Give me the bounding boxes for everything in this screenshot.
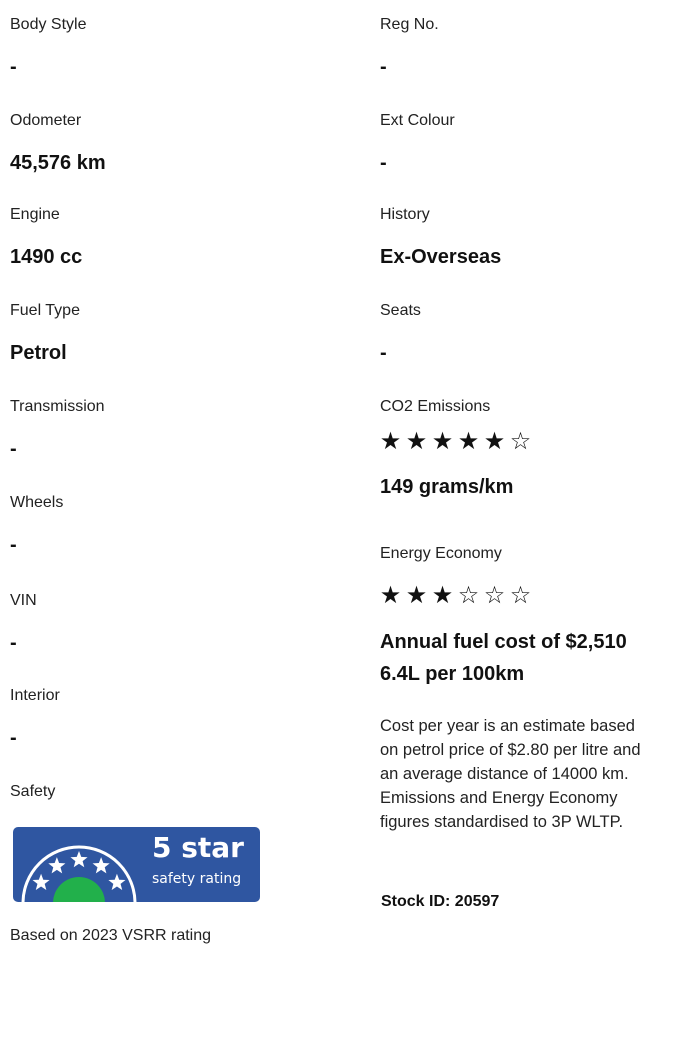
- stock-id: Stock ID: 20597: [381, 893, 500, 910]
- note-line: Cost per year is an estimate based: [380, 717, 635, 735]
- note-line: on petrol price of $2.80 per litre and: [380, 741, 641, 759]
- spec-label: VIN: [10, 592, 37, 609]
- spec-label: Ext Colour: [380, 112, 455, 129]
- energy-economy-label: Energy Economy: [380, 545, 502, 562]
- badge-star-icon: [92, 857, 110, 874]
- spec-value: Petrol: [10, 342, 67, 364]
- safety-label: Safety: [10, 783, 56, 800]
- badge-star-icon: [32, 873, 50, 891]
- note-line: figures standardised to 3P WLTP.: [380, 813, 624, 831]
- safety-rating-badge: 5 star safety rating: [13, 827, 260, 902]
- star-filled-icon: ★: [457, 427, 481, 455]
- badge-star-icon: [108, 873, 126, 891]
- spec-value: 1490 cc: [10, 246, 83, 268]
- energy-star-rating: ★ ★ ★ ☆ ☆ ☆: [378, 582, 534, 608]
- spec-value: -: [10, 727, 17, 749]
- badge-star-icon: [70, 851, 88, 868]
- spec-value: -: [10, 56, 17, 78]
- fuel-consumption: 6.4L per 100km: [380, 663, 525, 685]
- star-filled-icon: ★: [379, 581, 403, 609]
- spec-label: History: [380, 206, 430, 223]
- spec-label: Engine: [10, 206, 60, 223]
- note-line: Emissions and Energy Economy: [380, 789, 618, 807]
- safety-based-on: Based on 2023 VSRR rating: [10, 927, 212, 944]
- spec-value: -: [380, 342, 387, 364]
- spec-label: Wheels: [10, 494, 64, 511]
- spec-label: Reg No.: [380, 16, 439, 33]
- spec-value: -: [10, 534, 17, 556]
- spec-value: -: [380, 152, 387, 174]
- spec-label: Interior: [10, 687, 60, 704]
- spec-label: Fuel Type: [10, 302, 80, 319]
- spec-value: -: [10, 438, 17, 460]
- star-filled-icon: ★: [431, 581, 455, 609]
- star-outline-icon: ☆: [483, 581, 507, 609]
- star-outline-icon: ☆: [509, 427, 533, 455]
- star-outline-icon: ☆: [509, 581, 533, 609]
- co2-value: 149 grams/km: [380, 476, 514, 498]
- spec-value: -: [380, 56, 387, 78]
- badge-green-dome: [53, 877, 105, 902]
- note-line: an average distance of 14000 km.: [380, 765, 629, 783]
- badge-title: 5 star: [152, 831, 244, 864]
- star-outline-icon: ☆: [457, 581, 481, 609]
- annual-fuel-cost: Annual fuel cost of $2,510: [380, 631, 627, 653]
- spec-label: Odometer: [10, 112, 82, 129]
- star-filled-icon: ★: [405, 427, 429, 455]
- spec-value: Ex-Overseas: [380, 246, 502, 268]
- badge-star-icon: [48, 857, 66, 874]
- spec-label: Body Style: [10, 16, 87, 33]
- star-filled-icon: ★: [431, 427, 455, 455]
- badge-subtitle: safety rating: [152, 871, 242, 887]
- spec-value: -: [10, 632, 17, 654]
- star-filled-icon: ★: [379, 427, 403, 455]
- spec-label: Seats: [380, 302, 421, 319]
- spec-value: 45,576 km: [10, 152, 106, 174]
- star-filled-icon: ★: [405, 581, 429, 609]
- fuel-cost-note: Cost per year is an estimate based on pe…: [380, 714, 697, 834]
- spec-label: Transmission: [10, 398, 105, 415]
- co2-emissions-label: CO2 Emissions: [380, 398, 491, 415]
- co2-star-rating: ★ ★ ★ ★ ★ ☆: [378, 428, 534, 454]
- star-filled-icon: ★: [483, 427, 507, 455]
